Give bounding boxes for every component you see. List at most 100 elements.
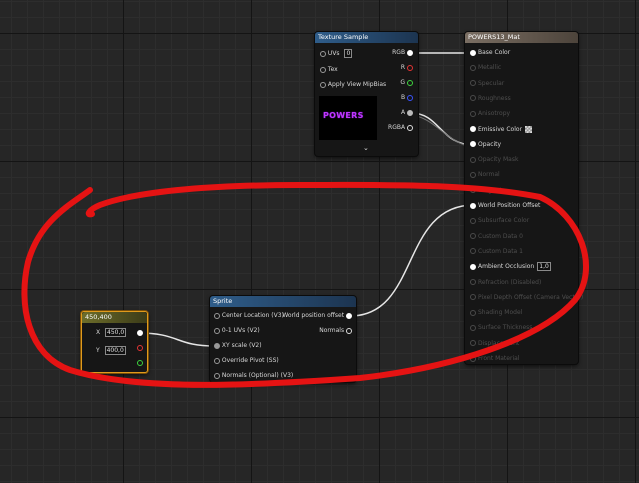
material-input-base-color[interactable]: Base Color — [470, 48, 510, 58]
material-title: POWERS13_Mat — [465, 32, 578, 43]
uvs-pin-icon[interactable] — [214, 327, 220, 334]
material-input-pin-icon[interactable] — [470, 309, 476, 316]
material-input-pin-icon[interactable] — [470, 126, 476, 132]
rgba-pin-icon[interactable] — [407, 124, 413, 131]
rgb-pin-icon[interactable] — [407, 49, 413, 56]
constant-y-row[interactable]: Y 400,0 — [96, 346, 126, 356]
material-input-pin-icon[interactable] — [470, 95, 476, 102]
sprite-input-normals[interactable]: Normals (Optional) (V3) — [214, 371, 293, 381]
material-input-pin-icon[interactable] — [470, 248, 476, 255]
sprite-input-uvs[interactable]: 0-1 UVs (V2) — [214, 326, 260, 336]
material-input-label: Refraction (Disabled) — [478, 278, 542, 286]
material-input-pin-icon[interactable] — [470, 187, 476, 194]
b-pin-icon[interactable] — [407, 94, 413, 101]
material-input-pin-icon[interactable] — [470, 294, 476, 301]
uvs-pin-icon[interactable] — [320, 50, 326, 57]
const-g-pin-icon[interactable] — [137, 359, 143, 366]
material-input-pin-icon[interactable] — [470, 324, 476, 331]
tex-output-rgb[interactable]: RGB — [392, 48, 413, 58]
constant-x-row[interactable]: X 450,0 — [96, 328, 127, 338]
material-input-tangent[interactable]: Tangent — [470, 186, 502, 196]
material-input-pin-icon[interactable] — [470, 340, 476, 347]
sprite-input-override-pivot[interactable]: Override Pivot (SS) — [214, 356, 279, 366]
material-input-opacity[interactable]: Opacity — [470, 140, 501, 150]
sprite-input-xy-scale[interactable]: XY scale (V2) — [214, 341, 262, 351]
material-input-pin-icon[interactable] — [470, 110, 476, 117]
material-input-normal[interactable]: Normal — [470, 170, 500, 180]
material-input-shading-model[interactable]: Shading Model — [470, 308, 522, 318]
material-input-pin-icon[interactable] — [470, 64, 476, 71]
material-input-pin-icon[interactable] — [470, 263, 476, 270]
material-input-pin-icon[interactable] — [470, 156, 476, 163]
sprite-output-wpo[interactable]: World position offset — [282, 311, 352, 321]
material-input-pin-icon[interactable] — [470, 217, 476, 224]
chevron-down-icon[interactable]: ⌄ — [363, 144, 369, 152]
xy-scale-pin-icon[interactable] — [214, 342, 220, 349]
tex-output-g[interactable]: G — [400, 78, 413, 88]
tex-output-rgba[interactable]: RGBA — [388, 123, 413, 133]
tex-output-a[interactable]: A — [401, 108, 413, 118]
constant-output-g[interactable] — [137, 358, 143, 368]
material-input-pixel-depth-offset-camera-vector[interactable]: Pixel Depth Offset (Camera Vector) — [470, 293, 583, 303]
material-input-value-field[interactable]: 1,0 — [537, 262, 551, 272]
material-input-pin-icon[interactable] — [470, 80, 476, 87]
material-input-refraction-disabled[interactable]: Refraction (Disabled) — [470, 278, 541, 288]
tex-input-tex[interactable]: Tex — [320, 65, 338, 75]
material-input-pin-icon[interactable] — [470, 279, 476, 285]
material-result-node[interactable]: POWERS13_Mat Base Color Metallic Specular R… — [465, 32, 583, 364]
g-pin-icon[interactable] — [407, 79, 413, 86]
tex-input-mipbias[interactable]: Apply View MipBias — [320, 80, 386, 90]
mipbias-pin-icon[interactable] — [320, 81, 326, 88]
material-input-pin-icon[interactable] — [470, 141, 476, 148]
constant-output-r[interactable] — [137, 343, 143, 353]
material-input-world-position-offset[interactable]: World Position Offset — [470, 201, 540, 211]
const-r-pin-icon[interactable] — [137, 344, 143, 351]
constant2vector-node[interactable]: 450,400 X 450,0 Y 400,0 — [81, 311, 148, 373]
material-input-surface-thickness[interactable]: Surface Thickness — [470, 323, 532, 333]
material-input-specular[interactable]: Specular — [470, 79, 504, 89]
normals-out-pin-icon[interactable] — [346, 327, 352, 334]
y-value-field[interactable]: 400,0 — [104, 346, 126, 355]
material-input-pin-icon[interactable] — [470, 171, 476, 178]
material-input-custom-data-1[interactable]: Custom Data 1 — [470, 247, 523, 257]
texture-sample-node[interactable]: Texture Sample UVs 0 Tex Apply View MipB… — [315, 32, 418, 156]
material-input-label: Ambient Occlusion — [478, 263, 535, 271]
const-out-pin-icon[interactable] — [137, 329, 143, 336]
wire-sprite-to-wpo — [349, 204, 475, 317]
material-input-ambient-occlusion[interactable]: Ambient Occlusion 1,0 — [470, 262, 551, 272]
material-input-custom-data-0[interactable]: Custom Data 0 — [470, 232, 523, 242]
material-input-label: Displacement — [478, 339, 520, 347]
material-input-pin-icon[interactable] — [470, 355, 476, 362]
center-location-pin-icon[interactable] — [214, 312, 220, 319]
material-input-label: Base Color — [478, 49, 511, 56]
material-input-anisotropy[interactable]: Anisotropy — [470, 109, 510, 119]
normals-in-pin-icon[interactable] — [214, 372, 220, 379]
material-input-opacity-mask[interactable]: Opacity Mask — [470, 155, 518, 165]
material-input-subsurface-color[interactable]: Subsurface Color — [470, 216, 529, 226]
material-input-roughness[interactable]: Roughness — [470, 94, 511, 104]
material-input-metallic[interactable]: Metallic — [470, 63, 501, 73]
sprite-output-normals[interactable]: Normals — [319, 326, 352, 336]
override-pivot-pin-icon[interactable] — [214, 357, 220, 364]
wpo-out-pin-icon[interactable] — [346, 312, 352, 319]
color-swatch-icon[interactable] — [525, 125, 533, 133]
sprite-input-center-location[interactable]: Center Location (V3) — [214, 311, 284, 321]
material-input-pin-icon[interactable] — [470, 233, 476, 240]
tex-output-b[interactable]: B — [401, 93, 413, 103]
material-input-displacement[interactable]: Displacement — [470, 339, 519, 349]
a-pin-icon[interactable] — [407, 109, 413, 116]
tex-output-r[interactable]: R — [401, 63, 413, 73]
r-pin-icon[interactable] — [407, 64, 413, 71]
tex-pin-icon[interactable] — [320, 66, 326, 73]
material-input-label: World Position Offset — [478, 202, 541, 209]
tex-input-uvs[interactable]: UVs 0 — [320, 49, 353, 59]
material-input-front-material[interactable]: Front Material — [470, 354, 519, 364]
sprite-function-node[interactable]: Sprite Center Location (V3) 0-1 UVs (V2)… — [210, 296, 356, 382]
constant-output[interactable] — [137, 328, 143, 338]
material-input-pin-icon[interactable] — [470, 202, 476, 209]
material-input-label: Opacity — [478, 140, 502, 148]
uvs-value-field[interactable]: 0 — [344, 49, 353, 58]
material-input-pin-icon[interactable] — [470, 49, 476, 56]
material-input-emissive-color[interactable]: Emissive Color — [470, 125, 533, 135]
x-value-field[interactable]: 450,0 — [105, 328, 127, 337]
